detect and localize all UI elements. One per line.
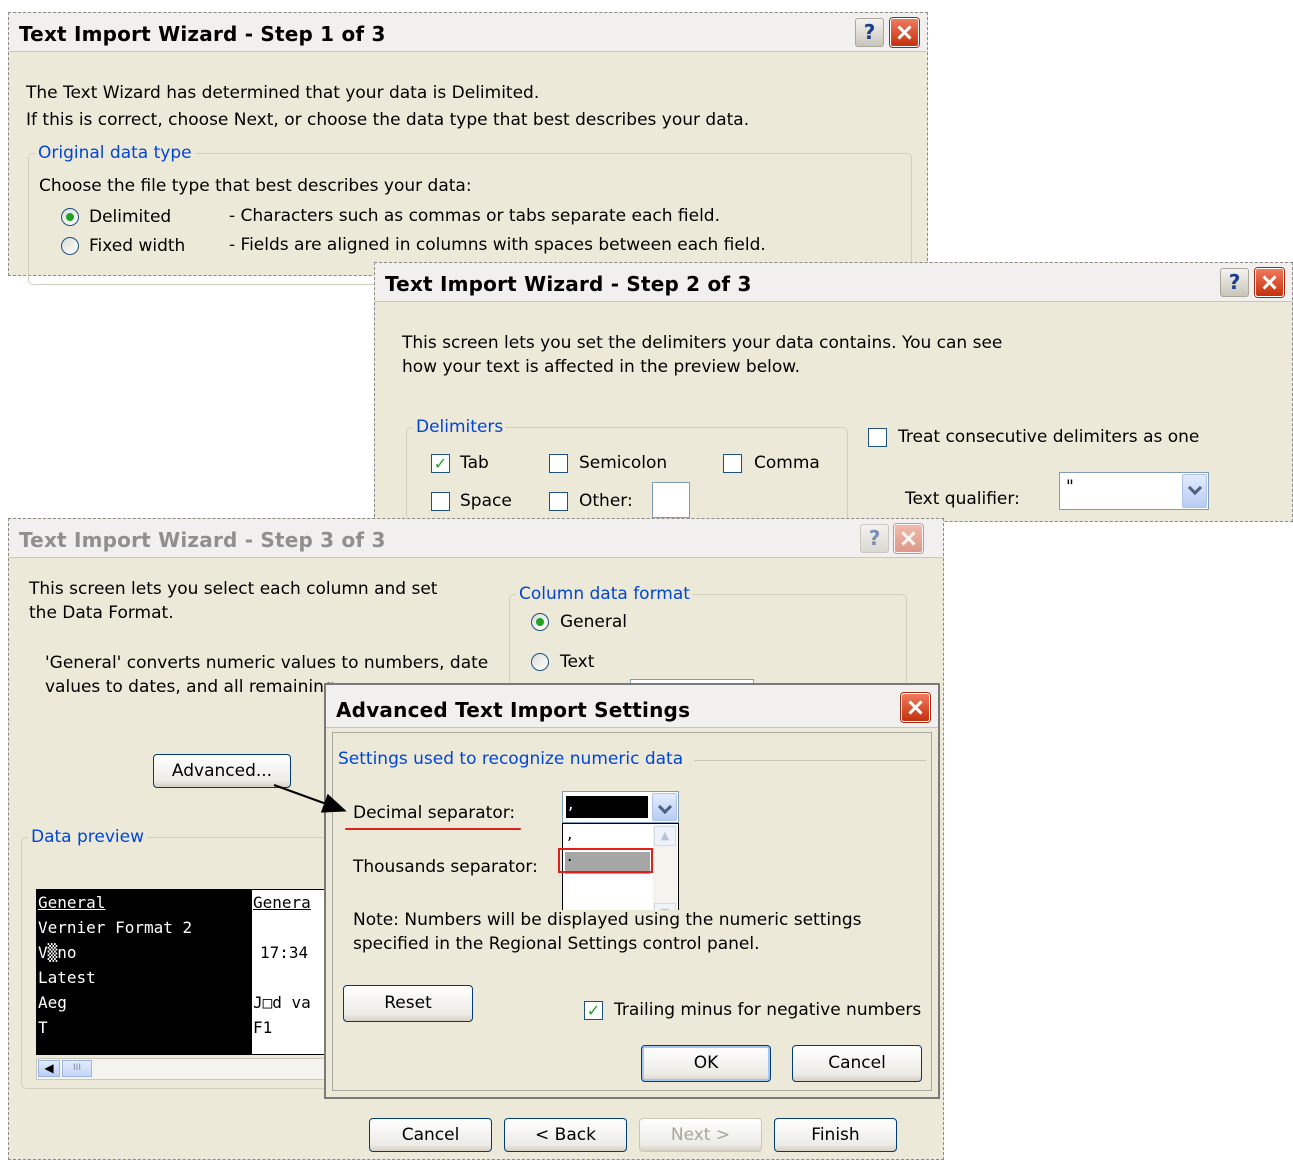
reset-button[interactable]: Reset [343,985,473,1022]
step2-titlebar: Text Import Wizard - Step 2 of 3 ? [375,263,1292,302]
numeric-settings-group-label: Settings used to recognize numeric data [338,749,684,769]
dropdown-option[interactable]: , [567,824,572,844]
general-note-line2: values to dates, and all remaining [45,677,335,697]
space-label[interactable]: Space [460,491,512,511]
tab-checkbox[interactable]: ✓ [431,454,450,473]
delimited-description: - Characters such as commas or tabs sepa… [229,206,720,226]
scroll-up-icon[interactable]: ▲ [654,826,676,846]
regional-note-line2: specified in the Regional Settings contr… [353,934,760,954]
step1-line2: If this is correct, choose Next, or choo… [26,110,750,130]
step3-intro-line2: the Data Format. [29,603,174,623]
step1-titlebar: Text Import Wizard - Step 1 of 3 ? [9,13,927,52]
semicolon-label[interactable]: Semicolon [579,453,667,473]
decimal-separator-label: Decimal separator: [353,803,516,823]
tab-label[interactable]: Tab [460,453,489,473]
space-checkbox[interactable] [431,492,450,511]
step2-intro-line1: This screen lets you set the delimiters … [402,333,1003,353]
consecutive-delimiters-label[interactable]: Treat consecutive delimiters as one [898,427,1199,447]
step2-dialog: Text Import Wizard - Step 2 of 3 ? This … [374,262,1293,539]
text-label[interactable]: Text [560,652,594,672]
comma-label[interactable]: Comma [754,453,820,473]
highlight-annotation-box [558,848,653,873]
step3-intro-line1: This screen lets you select each column … [29,579,438,599]
column-data-format-group: Column data format General Text [509,584,907,699]
step1-title: Text Import Wizard - Step 1 of 3 [19,22,386,46]
other-delimiter-input[interactable] [652,482,690,518]
help-button[interactable]: ? [855,18,884,47]
finish-button[interactable]: Finish [774,1118,897,1152]
advanced-button[interactable]: Advanced... [153,754,291,788]
preview-cell: Aeg [38,993,67,1012]
horizontal-scrollbar[interactable]: ◀ III [36,1058,338,1080]
general-label[interactable]: General [560,612,627,632]
cancel-button[interactable]: Cancel [369,1118,492,1152]
text-qualifier-value: " [1066,477,1074,497]
close-button[interactable] [894,524,923,553]
data-preview-table[interactable]: General Vernier Format 2 V▒no Latest Aeg… [36,889,338,1055]
semicolon-checkbox[interactable] [549,454,568,473]
group-divider [694,760,926,761]
step2-title: Text Import Wizard - Step 2 of 3 [385,272,752,296]
preview-cell: V▒no [38,943,77,962]
help-button[interactable]: ? [860,524,889,553]
column-data-format-legend: Column data format [516,584,693,604]
comma-checkbox[interactable] [723,454,742,473]
cancel-button[interactable]: Cancel [792,1045,922,1082]
next-button[interactable]: Next > [639,1118,762,1152]
thousands-separator-label: Thousands separator: [353,857,538,877]
back-button[interactable]: < Back [504,1118,627,1152]
scroll-thumb[interactable]: III [62,1060,92,1077]
trailing-minus-checkbox[interactable]: ✓ [584,1001,603,1020]
other-label[interactable]: Other: [579,491,633,511]
advanced-settings-dialog: Advanced Text Import Settings Settings u… [324,683,940,1099]
step1-dialog: Text Import Wizard - Step 1 of 3 ? The T… [8,12,928,285]
general-note-line1: 'General' converts numeric values to num… [45,653,489,673]
step2-intro-line2: how your text is affected in the preview… [402,357,801,377]
step3-titlebar: Text Import Wizard - Step 3 of 3 ? [9,519,943,558]
text-qualifier-select[interactable]: " [1059,472,1209,510]
text-radio[interactable] [531,653,549,671]
preview-cell: Vernier Format 2 [38,918,193,937]
close-button[interactable] [890,18,919,47]
preview-column-1[interactable]: General Vernier Format 2 V▒no Latest Aeg… [37,890,251,1054]
decimal-separator-value: , [568,794,574,814]
step1-line1: The Text Wizard has determined that your… [26,83,540,103]
text-qualifier-label: Text qualifier: [905,489,1020,509]
ok-button[interactable]: OK [641,1045,771,1082]
scroll-left-icon[interactable]: ◀ [38,1060,60,1077]
data-preview-legend: Data preview [28,827,148,847]
close-button[interactable] [901,693,930,722]
advanced-title: Advanced Text Import Settings [336,698,691,722]
help-button[interactable]: ? [1220,268,1249,297]
close-button[interactable] [1255,268,1284,297]
fixed-width-label[interactable]: Fixed width [89,236,185,256]
other-checkbox[interactable] [549,492,568,511]
decimal-separator-underline [345,828,521,830]
consecutive-delimiters-checkbox[interactable] [868,428,887,447]
step3-title: Text Import Wizard - Step 3 of 3 [19,528,386,552]
chevron-down-icon[interactable] [1182,474,1207,508]
fixed-width-description: - Fields are aligned in columns with spa… [229,235,766,255]
chevron-down-icon[interactable] [652,793,677,821]
delimiters-legend: Delimiters [413,417,507,437]
preview-cell: Latest [38,968,96,987]
decimal-separator-select[interactable]: , [562,791,679,823]
general-radio[interactable] [531,613,549,631]
preview-cell: T [38,1018,48,1037]
fixed-width-radio[interactable] [61,237,79,255]
original-data-type-legend: Original data type [35,143,195,163]
delimited-radio[interactable] [61,208,79,226]
preview-cell: General [38,893,106,912]
choose-file-type-text: Choose the file type that best describes… [39,176,472,196]
advanced-titlebar: Advanced Text Import Settings [326,685,938,728]
selected-value-highlight [566,796,648,818]
delimited-label[interactable]: Delimited [89,207,171,227]
regional-note-line1: Note: Numbers will be displayed using th… [353,910,862,930]
trailing-minus-label[interactable]: Trailing minus for negative numbers [614,1000,921,1020]
